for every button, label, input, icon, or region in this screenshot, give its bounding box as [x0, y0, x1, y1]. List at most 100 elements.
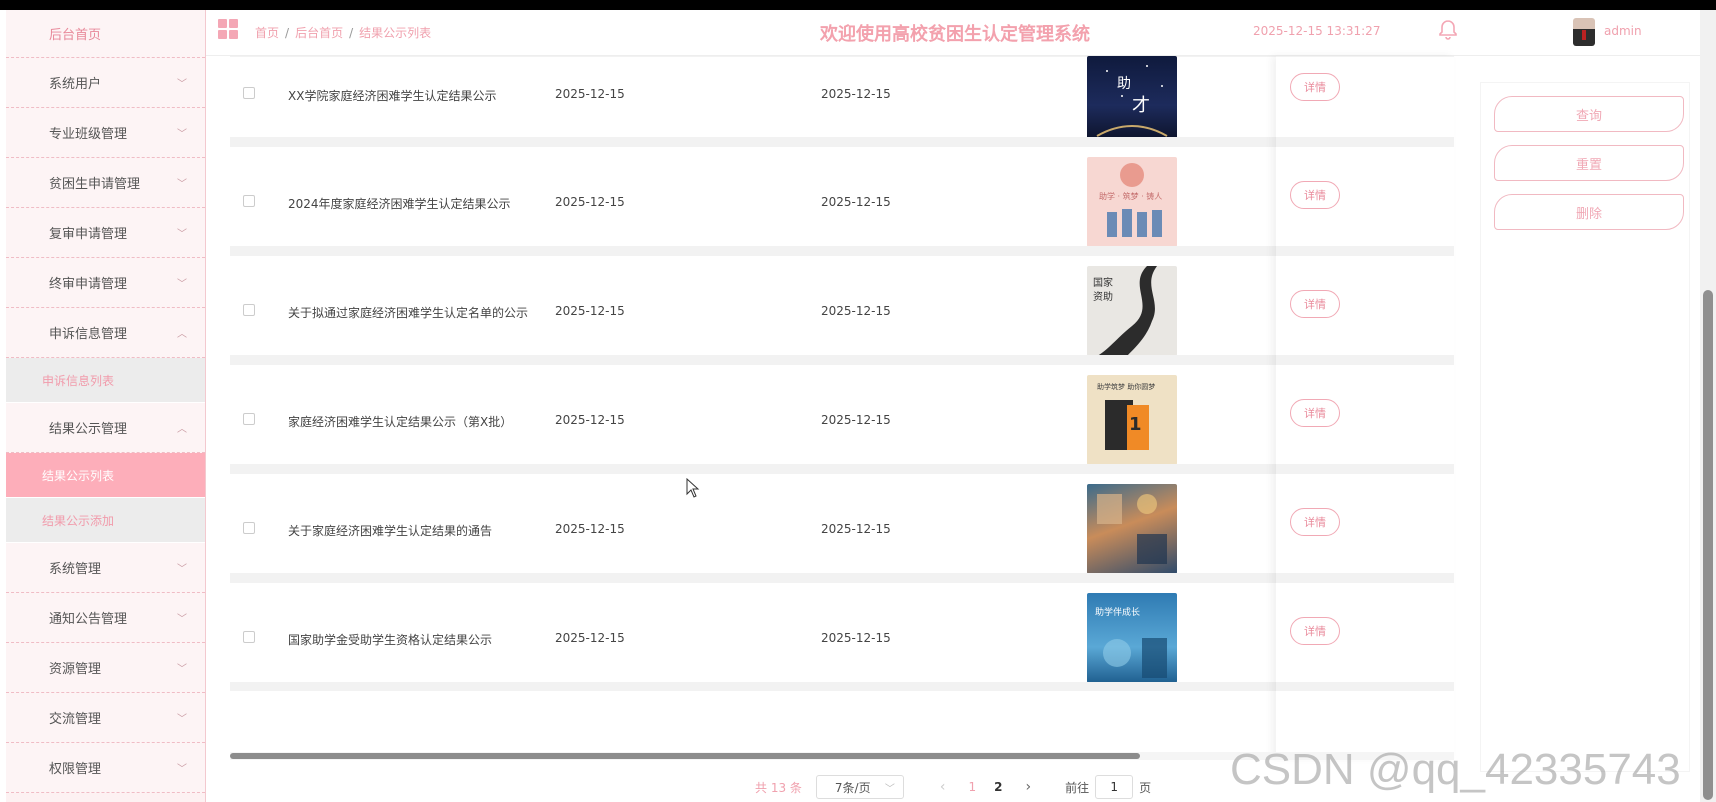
- svg-text:助学伴成长: 助学伴成长: [1095, 606, 1140, 618]
- svg-text:国家: 国家: [1093, 276, 1113, 289]
- row-title: 家庭经济困难学生认定结果公示（第X批）: [288, 415, 513, 429]
- query-button[interactable]: 查询: [1494, 96, 1684, 132]
- row-date-2: 2025-12-15: [821, 87, 891, 101]
- svg-text:资助: 资助: [1093, 290, 1113, 303]
- horizontal-scrollbar-thumb[interactable]: [230, 753, 1140, 759]
- prev-page-icon[interactable]: ‹: [940, 779, 946, 795]
- svg-text:才: 才: [1132, 95, 1150, 116]
- top-header: 首页 / 后台首页 / 结果公示列表 欢迎使用高校贫困生认定管理系统 2025-12-1…: [206, 10, 1700, 56]
- detail-button[interactable]: 详情: [1290, 399, 1340, 427]
- row-thumbnail-image: 助才: [1087, 56, 1177, 146]
- breadcrumb-separator: /: [349, 26, 354, 40]
- breadcrumb-dashboard[interactable]: 后台首页: [295, 26, 343, 40]
- sidebar-item-poor-apply[interactable]: 贫困生申请管理 ﹀: [6, 158, 205, 208]
- sidebar-item-system-users[interactable]: 系统用户 ﹀: [6, 58, 205, 108]
- page-number[interactable]: 2: [994, 780, 1002, 794]
- chevron-down-icon: ﹀: [884, 783, 895, 795]
- sidebar-item-review-apply[interactable]: 复审申请管理 ﹀: [6, 208, 205, 258]
- jump-label: 前往: [1065, 780, 1090, 795]
- row-date-2: 2025-12-15: [821, 631, 891, 645]
- sidebar-item-result[interactable]: 结果公示管理 ︿: [6, 403, 205, 453]
- page-size-select[interactable]: 7条/页 ﹀: [815, 775, 904, 799]
- row-title: XX学院家庭经济困难学生认定结果公示: [288, 89, 497, 103]
- sidebar-subitem-label: 结果公示列表: [42, 468, 115, 483]
- sidebar-item-appeal[interactable]: 申诉信息管理 ︿: [6, 308, 205, 358]
- row-date-1: 2025-12-15: [555, 631, 625, 645]
- delete-button[interactable]: 删除: [1494, 194, 1684, 230]
- avatar[interactable]: [1573, 18, 1595, 46]
- sidebar-item-label: 复审申请管理: [49, 227, 128, 242]
- chevron-down-icon: ﹀: [177, 764, 187, 775]
- sidebar-subitem-result-list[interactable]: 结果公示列表: [6, 453, 205, 498]
- chevron-down-icon: ﹀: [177, 79, 187, 90]
- sidebar-item-label: 资源管理: [49, 662, 102, 677]
- row-checkbox[interactable]: [243, 304, 255, 316]
- action-panel: 查询 重置 删除: [1480, 82, 1690, 772]
- table-row: 国家助学金受助学生资格认定结果公示 2025-12-15 2025-12-15 …: [230, 582, 1454, 692]
- detail-button[interactable]: 详情: [1290, 508, 1340, 536]
- sidebar-item-label: 申诉信息管理: [49, 327, 128, 342]
- sidebar-home[interactable]: 后台首页: [6, 10, 205, 58]
- svg-text:助学筑梦 助你圆梦: 助学筑梦 助你圆梦: [1097, 382, 1155, 391]
- chevron-down-icon: ﹀: [177, 179, 187, 190]
- sidebar-item-label: 系统用户: [49, 77, 102, 92]
- mouse-cursor-icon: [686, 477, 700, 502]
- sidebar-item-resource[interactable]: 资源管理 ﹀: [6, 643, 205, 693]
- row-thumbnail-image: 助学伴成长: [1087, 593, 1177, 683]
- chevron-down-icon: ﹀: [177, 279, 187, 290]
- row-checkbox[interactable]: [243, 87, 255, 99]
- breadcrumb-current: 结果公示列表: [359, 26, 432, 40]
- reset-button[interactable]: 重置: [1494, 145, 1684, 181]
- bell-icon[interactable]: [1436, 18, 1460, 42]
- sidebar-subitem-appeal-list[interactable]: 申诉信息列表: [6, 358, 205, 403]
- sidebar-subitem-result-add[interactable]: 结果公示添加: [6, 498, 205, 543]
- sidebar-item-system[interactable]: 系统管理 ﹀: [6, 543, 205, 593]
- sidebar-item-label: 终审申请管理: [49, 277, 128, 292]
- result-table: XX学院家庭经济困难学生认定结果公示 2025-12-15 2025-12-15…: [230, 56, 1454, 760]
- row-title: 2024年度家庭经济困难学生认定结果公示: [288, 197, 511, 211]
- detail-button[interactable]: 详情: [1290, 290, 1340, 318]
- sidebar-item-communication[interactable]: 交流管理 ﹀: [6, 693, 205, 743]
- table-row: 家庭经济困难学生认定结果公示（第X批） 2025-12-15 2025-12-1…: [230, 364, 1454, 474]
- row-title: 国家助学金受助学生资格认定结果公示: [288, 633, 493, 647]
- sidebar-item-label: 系统管理: [49, 562, 102, 577]
- sidebar-item-final-apply[interactable]: 终审申请管理 ﹀: [6, 258, 205, 308]
- row-checkbox[interactable]: [243, 413, 255, 425]
- chevron-down-icon: ﹀: [177, 664, 187, 675]
- svg-text:1: 1: [1129, 414, 1142, 435]
- detail-button[interactable]: 详情: [1290, 617, 1340, 645]
- window-top-edge: [0, 0, 1716, 10]
- row-date-1: 2025-12-15: [555, 195, 625, 209]
- chevron-down-icon: ﹀: [177, 129, 187, 140]
- watermark-text: CSDN @qq_42335743: [1230, 745, 1681, 794]
- breadcrumb-home[interactable]: 首页: [255, 26, 279, 40]
- detail-button[interactable]: 详情: [1290, 181, 1340, 209]
- menu-grid-icon[interactable]: [218, 19, 238, 39]
- chevron-down-icon: ﹀: [177, 714, 187, 725]
- row-date-2: 2025-12-15: [821, 304, 891, 318]
- breadcrumb: 首页 / 后台首页 / 结果公示列表: [255, 24, 431, 41]
- sidebar-item-label: 权限管理: [49, 762, 102, 777]
- page-size-value: 7条/页: [834, 780, 871, 795]
- row-date-1: 2025-12-15: [555, 522, 625, 536]
- row-checkbox[interactable]: [243, 522, 255, 534]
- page-number-current[interactable]: 1: [969, 780, 977, 794]
- sidebar-item-notice[interactable]: 通知公告管理 ﹀: [6, 593, 205, 643]
- row-date-1: 2025-12-15: [555, 304, 625, 318]
- table-row: 关于家庭经济困难学生认定结果的通告 2025-12-15 2025-12-15 …: [230, 473, 1454, 583]
- jump-page-input[interactable]: 1: [1095, 775, 1134, 799]
- next-page-icon[interactable]: ›: [1026, 779, 1032, 795]
- row-thumbnail-image: [1087, 484, 1177, 574]
- vertical-scrollbar-thumb[interactable]: [1703, 290, 1713, 800]
- row-checkbox[interactable]: [243, 631, 255, 643]
- row-date-1: 2025-12-15: [555, 413, 625, 427]
- row-date-2: 2025-12-15: [821, 413, 891, 427]
- username[interactable]: admin: [1604, 24, 1642, 38]
- row-checkbox[interactable]: [243, 195, 255, 207]
- system-title: 欢迎使用高校贫困生认定管理系统: [820, 24, 1090, 45]
- sidebar-item-permission[interactable]: 权限管理 ﹀: [6, 743, 205, 793]
- sidebar-item-major-class[interactable]: 专业班级管理 ﹀: [6, 108, 205, 158]
- detail-button[interactable]: 详情: [1290, 73, 1340, 101]
- chevron-up-icon: ︿: [177, 424, 187, 435]
- sidebar-item-label: 通知公告管理: [49, 612, 128, 627]
